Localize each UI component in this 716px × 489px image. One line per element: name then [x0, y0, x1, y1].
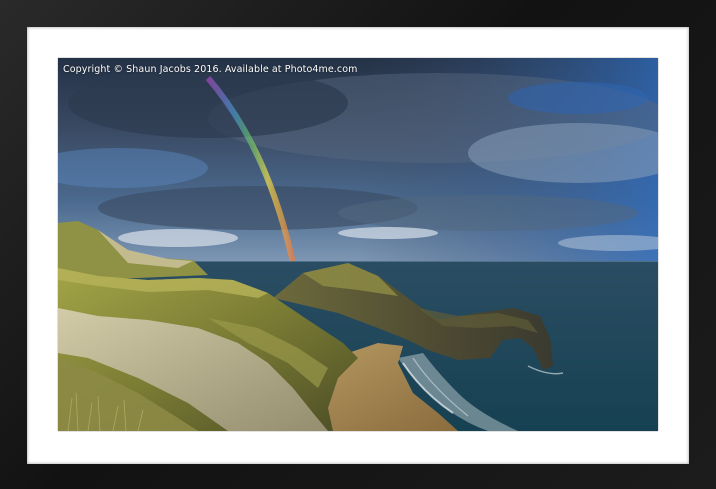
landscape-photo	[58, 58, 658, 431]
photo-scene	[58, 58, 658, 431]
copyright-watermark: Copyright © Shaun Jacobs 2016. Available…	[63, 64, 358, 75]
clouds	[58, 68, 658, 251]
picture-frame: Copyright © Shaun Jacobs 2016. Available…	[0, 0, 716, 489]
